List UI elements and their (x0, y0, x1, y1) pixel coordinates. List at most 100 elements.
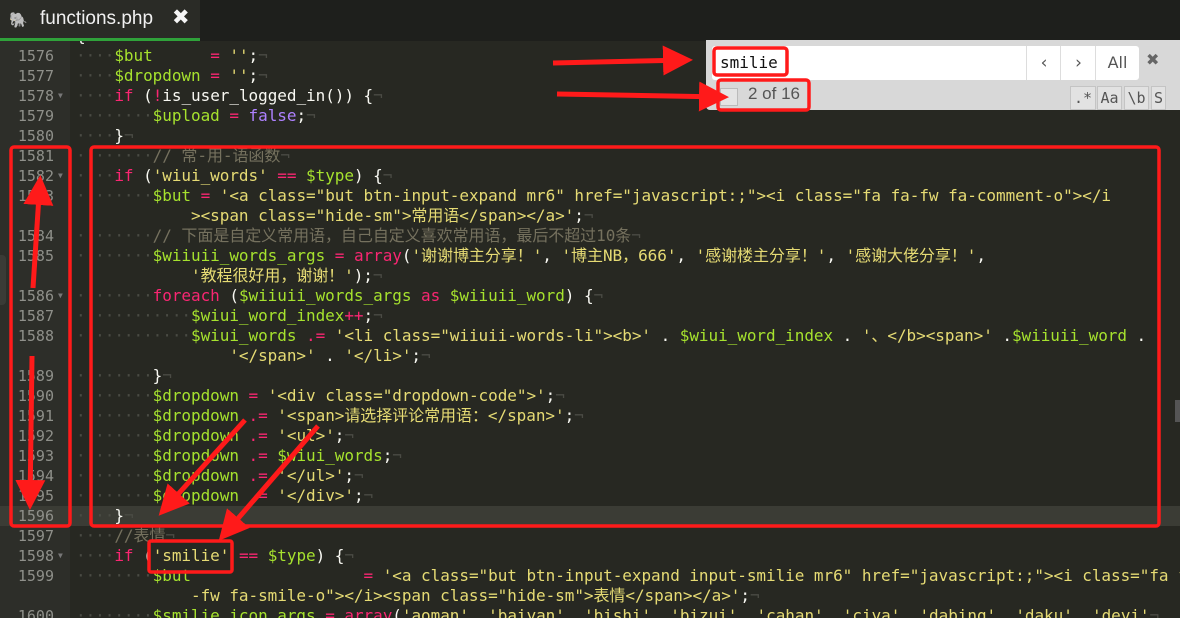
code-line[interactable]: 1585 ········$wiiuii_words_args = array('… (0, 246, 1180, 266)
code-line[interactable]: 1590 ········$dropdown = '<div class="dro… (0, 386, 1180, 406)
whitespace-indent: ···· (76, 526, 115, 545)
line-number: 1590 (17, 387, 54, 405)
whitespace-indent: ········ (76, 186, 153, 205)
line-number: 1594 (17, 467, 54, 485)
token-punctuation: . (1126, 326, 1147, 345)
code-line[interactable]: 1598 ▼ ····if ('smilie' == $type) { (0, 546, 1180, 566)
token-punctuation: ( (392, 606, 402, 618)
vertical-scrollbar[interactable] (1175, 400, 1180, 422)
code-line[interactable]: 1600 ········$smilie_icon_args = array('a… (0, 606, 1180, 618)
token-variable: $upload (152, 106, 220, 125)
code-text: -fw fa-smile-o"></i><span class="hide-sm… (76, 586, 760, 606)
token-operator: = (334, 246, 345, 265)
find-in-selection-checkbox[interactable] (720, 88, 738, 106)
line-number: 1576 (17, 47, 54, 65)
token-string: '</div>' (277, 486, 354, 505)
token-string: '' (229, 66, 249, 85)
token-punctuation: , (996, 606, 1016, 618)
token-operator: = (248, 386, 259, 405)
match-count: 2 of 16 (748, 84, 800, 103)
token-punctuation: , (1072, 606, 1092, 618)
code-line[interactable]: 1586 ▼ ········foreach ($wiiuii_words_args… (0, 286, 1180, 306)
token-punctuation: , (468, 606, 489, 618)
tab-bar: 🐘 functions.php ✖ (0, 0, 1180, 41)
token-string: '教程很好用，谢谢！' (191, 266, 354, 285)
code-line[interactable]: 1587 ············$wiui_word_index++; (0, 306, 1180, 326)
token-string: '<span>请选择评论常用语：</span>' (277, 406, 565, 425)
code-line[interactable]: 1592 ········$dropdown .= '<ul>'; (0, 426, 1180, 446)
case-sensitive-toggle[interactable]: Aa (1097, 86, 1122, 110)
token-constant: false (248, 106, 297, 125)
code-line[interactable]: 1580 ····} (0, 126, 1180, 146)
code-line-wrap[interactable]: '</span>' . '</li>'; (0, 346, 1180, 366)
highlight-toggle[interactable]: S (1151, 86, 1166, 110)
token-punctuation (268, 486, 278, 505)
code-line[interactable]: 1581 ········// 常-用-语函数 (0, 146, 1180, 166)
code-line[interactable]: 1589 ········} (0, 366, 1180, 386)
token-string: 'bishi' (584, 606, 652, 618)
find-prev-button[interactable]: ‹ (1026, 46, 1061, 80)
token-variable: $wiui_word_index (191, 306, 345, 325)
close-tab-icon[interactable]: ✖ (172, 5, 190, 29)
line-number: 1587 (17, 307, 54, 325)
code-line[interactable]: 1599 ········$but = '<a class="but btn-in… (0, 566, 1180, 586)
code-line[interactable]: 1583 ········$but = '<a class="but btn-in… (0, 186, 1180, 206)
token-variable: $dropdown (152, 446, 239, 465)
token-punctuation: , (826, 246, 846, 265)
token-punctuation (220, 106, 230, 125)
line-number: 1577 (17, 67, 54, 85)
code-text: ········} (76, 366, 172, 386)
token-variable: $wiui_words (191, 326, 297, 345)
code-editor[interactable]: 1575{1576····$but = '';1577····$dropdown… (0, 41, 1180, 618)
code-line-wrap[interactable]: -fw fa-smile-o"></i><span class="hide-sm… (0, 586, 1180, 606)
fold-arrow-icon[interactable]: ▼ (58, 86, 63, 106)
line-number: 1591 (17, 407, 54, 425)
whitespace-indent: ········ (76, 226, 153, 245)
fold-arrow-icon[interactable]: ▼ (58, 166, 63, 186)
fold-arrow-icon[interactable]: ▼ (58, 286, 63, 306)
token-punctuation (239, 426, 249, 445)
token-punctuation (335, 606, 345, 618)
code-line[interactable]: 1584 ········// 下面是自定义常用语，自己自定义喜欢常用语，最后不超… (0, 226, 1180, 246)
token-keyword: array (353, 246, 402, 265)
code-text: ········// 常-用-语函数 (76, 146, 290, 166)
code-line[interactable]: 1588 ············$wiui_words .= '<li clas… (0, 326, 1180, 346)
token-string: 'daku' (1015, 606, 1073, 618)
whitespace-indent: ········ (76, 366, 153, 385)
token-keyword: as (421, 286, 441, 305)
fold-arrow-icon[interactable]: ▼ (58, 546, 63, 566)
find-next-button[interactable]: › (1060, 46, 1096, 80)
token-keyword: if (114, 546, 134, 565)
find-all-button[interactable]: All (1095, 46, 1139, 80)
code-line[interactable]: 1595 ········$dropdown .= '</div>'; (0, 486, 1180, 506)
code-line[interactable]: 1597 ····//表情 (0, 526, 1180, 546)
token-variable: $wiiuii_words_args (152, 246, 326, 265)
code-line-wrap[interactable]: ><span class="hide-sm">常用语</span></a>'; (0, 206, 1180, 226)
whitespace-indent (76, 586, 191, 605)
code-line[interactable]: 1582 ▼ ····if ('wiui_words' == $type) { (0, 166, 1180, 186)
whole-word-toggle[interactable]: \b (1124, 86, 1149, 110)
token-comment: //表情 (114, 526, 166, 545)
code-line[interactable]: 1596 ····} (0, 506, 1180, 526)
side-panel-handle[interactable] (0, 255, 6, 305)
code-line[interactable]: 1591 ········$dropdown .= '<span>请选择评论常用语… (0, 406, 1180, 426)
code-line[interactable]: 1594 ········$dropdown .= '</ul>'; (0, 466, 1180, 486)
token-punctuation (153, 46, 211, 65)
token-operator: .= (248, 426, 268, 445)
token-punctuation: } (114, 506, 124, 525)
token-variable: $dropdown (152, 406, 239, 425)
code-text: ····$dropdown = ''; (76, 66, 268, 86)
token-punctuation: ; (564, 406, 575, 425)
whitespace-indent: ········ (76, 426, 153, 445)
regex-toggle[interactable]: .* (1070, 86, 1096, 110)
find-panel: smilie ‹ › All ✖ 2 of 16 .* Aa \b S (706, 40, 1180, 110)
token-punctuation (325, 246, 335, 265)
token-string: '<li class="wiiuii-words-li"><b>' (334, 326, 652, 345)
tab-functions-php[interactable]: 🐘 functions.php ✖ (0, 0, 200, 41)
code-text: ········foreach ($wiiuii_words_args as $… (76, 286, 603, 306)
code-line[interactable]: 1593 ········$dropdown .= $wiui_words; (0, 446, 1180, 466)
find-input[interactable]: smilie (712, 46, 1026, 80)
line-number: 1586 (17, 287, 54, 305)
close-find-icon[interactable]: ✖ (1146, 50, 1159, 69)
code-line-wrap[interactable]: '教程很好用，谢谢！'); (0, 266, 1180, 286)
